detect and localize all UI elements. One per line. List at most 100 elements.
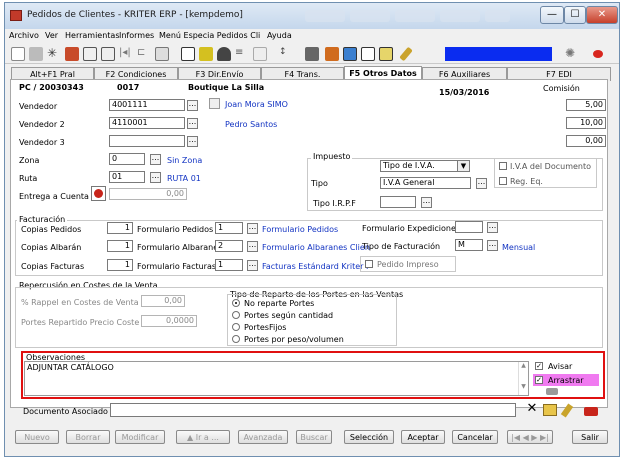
menu-archivo[interactable]: Archivo (9, 31, 39, 40)
borrar-button[interactable]: Borrar (66, 430, 110, 444)
form-expediciones-field[interactable] (455, 221, 483, 233)
menu-ver[interactable]: Ver (45, 31, 58, 40)
vendedor2-comision-field[interactable]: 10,00 (566, 117, 606, 129)
delete-icon[interactable]: ✕ (525, 402, 539, 417)
form-facturas-name[interactable]: Facturas Estándard Kriter I (262, 262, 368, 271)
reparto-radio-none[interactable] (232, 299, 240, 307)
seleccion-button[interactable]: Selección (344, 430, 394, 444)
tag-icon[interactable] (199, 47, 213, 61)
zona-name[interactable]: Sin Zona (167, 156, 202, 165)
form-pedidos-name[interactable]: Formulario Pedidos (262, 225, 338, 234)
close-button[interactable]: ✕ (586, 6, 618, 24)
irpf-lookup-button[interactable]: ... (421, 197, 432, 208)
drag-handle-icon[interactable] (546, 388, 558, 395)
modificar-button[interactable]: Modificar (115, 430, 165, 444)
vendedor-code-field[interactable]: 4001111 (109, 99, 185, 111)
minimize-button[interactable]: — (540, 6, 564, 24)
aceptar-button[interactable]: Aceptar (401, 430, 445, 444)
document-icon[interactable] (101, 47, 115, 61)
ruta-lookup-button[interactable]: ... (150, 172, 161, 183)
zona-code-field[interactable]: 0 (109, 153, 145, 165)
reparto-radio-cantidad[interactable] (232, 311, 240, 319)
reparto-radio-peso[interactable] (232, 335, 240, 343)
copias-pedidos-field[interactable]: 1 (107, 222, 133, 234)
export-icon[interactable] (343, 47, 357, 61)
stop-icon[interactable] (305, 47, 319, 61)
lightbulb-icon[interactable]: ✺ (565, 47, 579, 61)
tipo-iva-field[interactable]: I.V.A General (380, 177, 471, 189)
ir-a-button[interactable]: ▲ Ir a ... (176, 430, 230, 444)
salir-button[interactable]: Salir (572, 430, 608, 444)
money-bag-icon[interactable] (91, 186, 106, 201)
reparto-radio-fijos[interactable] (232, 323, 240, 331)
ruta-name[interactable]: RUTA 01 (167, 174, 201, 183)
avanzada-button[interactable]: Avanzada (238, 430, 288, 444)
chart-icon[interactable] (325, 47, 339, 61)
menu-informes[interactable]: Informes (119, 31, 154, 40)
maximize-button[interactable]: ☐ (564, 6, 586, 24)
cancelar-button[interactable]: Cancelar (452, 430, 498, 444)
pencil-icon[interactable] (399, 46, 413, 62)
vendedor-card-icon[interactable] (209, 98, 220, 109)
vendedor-comision-field[interactable]: 5,00 (566, 99, 606, 111)
vendedor3-code-field[interactable] (109, 135, 185, 147)
vendedor3-lookup-button[interactable]: ... (187, 136, 198, 147)
vendedor-name[interactable]: Joan Mora SIMO (225, 100, 288, 109)
form-facturas-lookup-button[interactable]: ... (247, 260, 258, 271)
observaciones-textarea[interactable]: ADJUNTAR CATÁLOGO ▲ ▼ (24, 361, 529, 396)
calc-icon[interactable] (253, 47, 267, 61)
arrastrar-checkbox[interactable]: ✓ (535, 376, 543, 384)
eraser-icon[interactable] (584, 407, 598, 416)
sort-icon[interactable]: ↕ (279, 47, 293, 61)
menu-herramientas[interactable]: Herramientas (65, 31, 120, 40)
form-albaranes-code-field[interactable]: 2 (215, 240, 243, 252)
exit-icon[interactable] (593, 50, 603, 58)
buscar-button[interactable]: Buscar (296, 430, 332, 444)
open-folder-icon[interactable] (543, 404, 557, 416)
documento-field[interactable] (110, 403, 516, 417)
record-navigation-button[interactable]: |◀ ◀ ▶ ▶| (507, 430, 553, 444)
irpf-field[interactable] (380, 196, 416, 208)
form-albaranes-name[interactable]: Formulario Albaranes Clien (262, 243, 370, 252)
grid-icon[interactable] (155, 47, 169, 61)
nuevo-button[interactable]: Nuevo (15, 430, 59, 444)
menu-ayuda[interactable]: Ayuda (267, 31, 292, 40)
vendedor-lookup-button[interactable]: ... (187, 100, 198, 111)
page-icon[interactable] (361, 47, 375, 61)
avisar-checkbox[interactable]: ✓ (535, 362, 543, 370)
menu-especial-pedidos[interactable]: Menú Especia Pedidos Cli (159, 31, 260, 40)
iva-documento-checkbox[interactable] (499, 162, 507, 170)
tipo-facturacion-field[interactable]: M (455, 239, 483, 251)
pedido-impreso-checkbox[interactable] (365, 260, 373, 268)
form-expediciones-lookup-button[interactable]: ... (487, 222, 498, 233)
tipo-facturacion-lookup-button[interactable]: ... (487, 240, 498, 251)
form-pedidos-code-field[interactable]: 1 (215, 222, 243, 234)
list-icon[interactable]: ≡ (235, 47, 249, 61)
folder-icon[interactable] (379, 47, 393, 61)
sun-icon[interactable]: ✳ (47, 47, 61, 61)
chevron-down-icon[interactable]: ▼ (457, 160, 470, 172)
vendedor2-lookup-button[interactable]: ... (187, 118, 198, 129)
navigate-icon[interactable]: |◂| (119, 47, 133, 61)
copias-albaran-field[interactable]: 1 (107, 240, 133, 252)
tree-icon[interactable]: ⊏ (137, 47, 151, 61)
form-albaranes-lookup-button[interactable]: ... (247, 241, 258, 252)
tipo-iva-lookup-button[interactable]: ... (476, 178, 487, 189)
ruta-code-field[interactable]: 01 (109, 171, 145, 183)
vendedor2-code-field[interactable]: 4110001 (109, 117, 185, 129)
print-icon[interactable] (29, 47, 43, 61)
form-pedidos-lookup-button[interactable]: ... (247, 223, 258, 234)
zona-lookup-button[interactable]: ... (150, 154, 161, 165)
vendedor3-comision-field[interactable]: 0,00 (566, 135, 606, 147)
observaciones-scrollbar[interactable]: ▲ ▼ (518, 362, 528, 395)
copias-facturas-field[interactable]: 1 (107, 259, 133, 271)
tools-icon[interactable] (65, 47, 79, 61)
printer-icon[interactable] (217, 47, 231, 61)
form-facturas-code-field[interactable]: 1 (215, 259, 243, 271)
reg-eq-checkbox[interactable] (499, 177, 507, 185)
print-preview-icon[interactable] (11, 47, 25, 61)
vendedor2-name[interactable]: Pedro Santos (225, 120, 277, 129)
table-icon[interactable] (181, 47, 195, 61)
tipo-facturacion-name[interactable]: Mensual (502, 243, 535, 252)
calendar-icon[interactable] (83, 47, 97, 61)
